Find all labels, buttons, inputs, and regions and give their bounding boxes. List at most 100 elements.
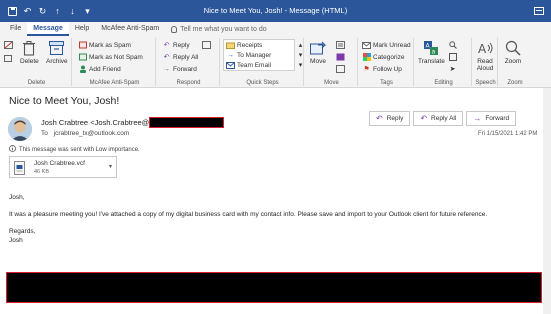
quick-step-receipts[interactable]: Receipts	[226, 40, 262, 50]
add-friend-button[interactable]: Add Friend	[78, 64, 121, 74]
quick-step-team-email-label: Team Email	[237, 61, 271, 69]
body-paragraph: It was a pleasure meeting you! I've atta…	[9, 211, 488, 218]
cleanup-button[interactable]	[4, 53, 13, 63]
meeting-icon	[202, 41, 211, 49]
find-button[interactable]	[448, 40, 457, 50]
related-button[interactable]	[448, 52, 457, 62]
quick-step-team-email[interactable]: Team Email	[226, 60, 271, 70]
reply-all-icon: ↶	[163, 54, 170, 61]
undo-icon: ↶	[23, 5, 32, 16]
move-group-label: Move	[324, 80, 339, 86]
zoom-label: Zoom	[504, 58, 522, 65]
read-aloud-icon: A	[476, 39, 494, 57]
ribbon-reply-button[interactable]: ↶ Reply	[162, 40, 190, 50]
chevron-up-icon: ▴	[298, 42, 303, 49]
read-aloud-label: Read Aloud	[476, 58, 494, 72]
tell-me-search[interactable]: Tell me what you want to do	[171, 22, 267, 36]
mcafee-group: Mark as Spam Mark as Not Spam Add Friend…	[74, 38, 156, 86]
onenote-button[interactable]	[336, 52, 345, 62]
respond-group: ↶ Reply ↶ Reply All → Forward Respond	[158, 38, 220, 86]
vertical-scrollbar[interactable]	[543, 88, 551, 314]
reply-icon: ↶	[376, 114, 383, 123]
reply-all-button[interactable]: ↶ Reply All	[413, 111, 464, 126]
actions-button[interactable]	[336, 64, 345, 74]
ignore-button[interactable]	[4, 40, 13, 50]
customize-toolbar-button[interactable]: ▾	[81, 3, 94, 19]
more-icon: ▾	[298, 62, 303, 69]
quick-step-to-manager-label: To Manager	[237, 51, 272, 59]
mark-as-not-spam-button[interactable]: Mark as Not Spam	[78, 52, 143, 62]
quick-steps-more[interactable]: ▾	[296, 60, 305, 70]
delete-label: Delete	[20, 58, 39, 65]
ribbon-reply-all-button[interactable]: ↶ Reply All	[162, 52, 199, 62]
translate-button[interactable]: Aa Translate	[418, 39, 445, 65]
select-button[interactable]: ➤	[448, 64, 457, 74]
next-item-button[interactable]: ↓	[66, 3, 79, 19]
sender-line: Josh Crabtree <Josh.Crabtree@	[41, 117, 225, 128]
redacted-signature-block	[6, 272, 542, 303]
mark-unread-button[interactable]: Mark Unread	[362, 40, 411, 50]
ribbon-forward-button[interactable]: → Forward	[162, 64, 197, 74]
follow-up-button[interactable]: ⚑ Follow Up	[362, 64, 402, 74]
importance-text: This message was sent with Low importanc…	[19, 146, 140, 153]
attachment-dropdown-chevron-icon[interactable]: ▾	[109, 163, 112, 170]
folder-icon	[226, 41, 235, 49]
archive-button[interactable]: Archive	[46, 39, 68, 65]
not-spam-icon	[78, 53, 87, 61]
archive-label: Archive	[46, 58, 68, 65]
search-icon	[448, 41, 457, 49]
quick-step-to-manager[interactable]: → To Manager	[226, 50, 271, 60]
redo-icon: ↻	[38, 5, 47, 16]
attachment-card[interactable]: Josh Crabtree.vcf 46 KB ▾	[9, 156, 117, 178]
to-recipient[interactable]: jcrabtree_tx@outlook.com	[54, 130, 130, 137]
attachment-size: 46 KB	[34, 169, 49, 175]
mark-as-spam-label: Mark as Spam	[89, 41, 131, 49]
rules-button[interactable]	[336, 40, 345, 50]
translate-label: Translate	[418, 58, 445, 65]
title-bar: ↶ ↻ ↑ ↓ ▾ Nice to Meet You, Josh! - Mess…	[0, 0, 551, 22]
undo-button[interactable]: ↶	[21, 3, 34, 19]
body-greeting: Josh,	[9, 194, 25, 201]
reply-all-label: Reply All	[431, 115, 457, 122]
tab-file[interactable]: File	[4, 22, 27, 36]
categorize-button[interactable]: Categorize	[362, 52, 404, 62]
arrow-up-icon: ↑	[55, 6, 60, 16]
add-friend-label: Add Friend	[89, 65, 121, 73]
categorize-label: Categorize	[373, 53, 405, 61]
reply-all-icon: ↶	[420, 114, 428, 123]
delete-button[interactable]: Delete	[20, 39, 39, 65]
ribbon-tabs: File Message Help McAfee Anti-Spam Tell …	[0, 22, 551, 36]
mark-unread-label: Mark Unread	[373, 41, 411, 49]
read-aloud-button[interactable]: A Read Aloud	[476, 39, 494, 72]
speech-group-label: Speech	[475, 80, 496, 86]
zoom-group: Zoom Zoom	[500, 38, 530, 86]
meeting-button[interactable]	[202, 40, 211, 50]
spam-icon	[78, 41, 87, 49]
chevron-down-icon: ▾	[85, 5, 90, 16]
redo-button[interactable]: ↻	[36, 3, 49, 19]
ribbon-display-options-button[interactable]	[531, 3, 547, 19]
actions-icon	[336, 65, 345, 73]
window-controls	[531, 0, 547, 22]
save-button[interactable]	[6, 3, 19, 19]
rules-icon	[336, 41, 345, 49]
speech-group: A Read Aloud Speech	[474, 38, 498, 86]
body-signoff: Regards,	[9, 228, 36, 235]
tab-help[interactable]: Help	[69, 22, 95, 36]
trash-icon	[20, 39, 38, 57]
move-icon	[309, 39, 327, 57]
tab-mcafee-anti-spam[interactable]: McAfee Anti-Spam	[95, 22, 165, 36]
quick-steps-scroll-up[interactable]: ▴	[296, 40, 305, 50]
save-icon	[8, 6, 17, 16]
quick-steps-scroll-down[interactable]: ▾	[296, 50, 305, 60]
lightbulb-icon	[171, 25, 178, 33]
reply-button[interactable]: ↶ Reply	[369, 111, 411, 126]
tab-message[interactable]: Message	[27, 22, 69, 36]
chevron-down-icon: ▾	[298, 52, 303, 59]
mark-as-spam-button[interactable]: Mark as Spam	[78, 40, 131, 50]
forward-button[interactable]: → Forward	[466, 111, 517, 126]
zoom-button[interactable]: Zoom	[504, 39, 522, 65]
sender-name[interactable]: Josh Crabtree <Josh.Crabtree@	[41, 118, 149, 127]
move-button[interactable]: Move	[309, 39, 327, 65]
previous-item-button[interactable]: ↑	[51, 3, 64, 19]
